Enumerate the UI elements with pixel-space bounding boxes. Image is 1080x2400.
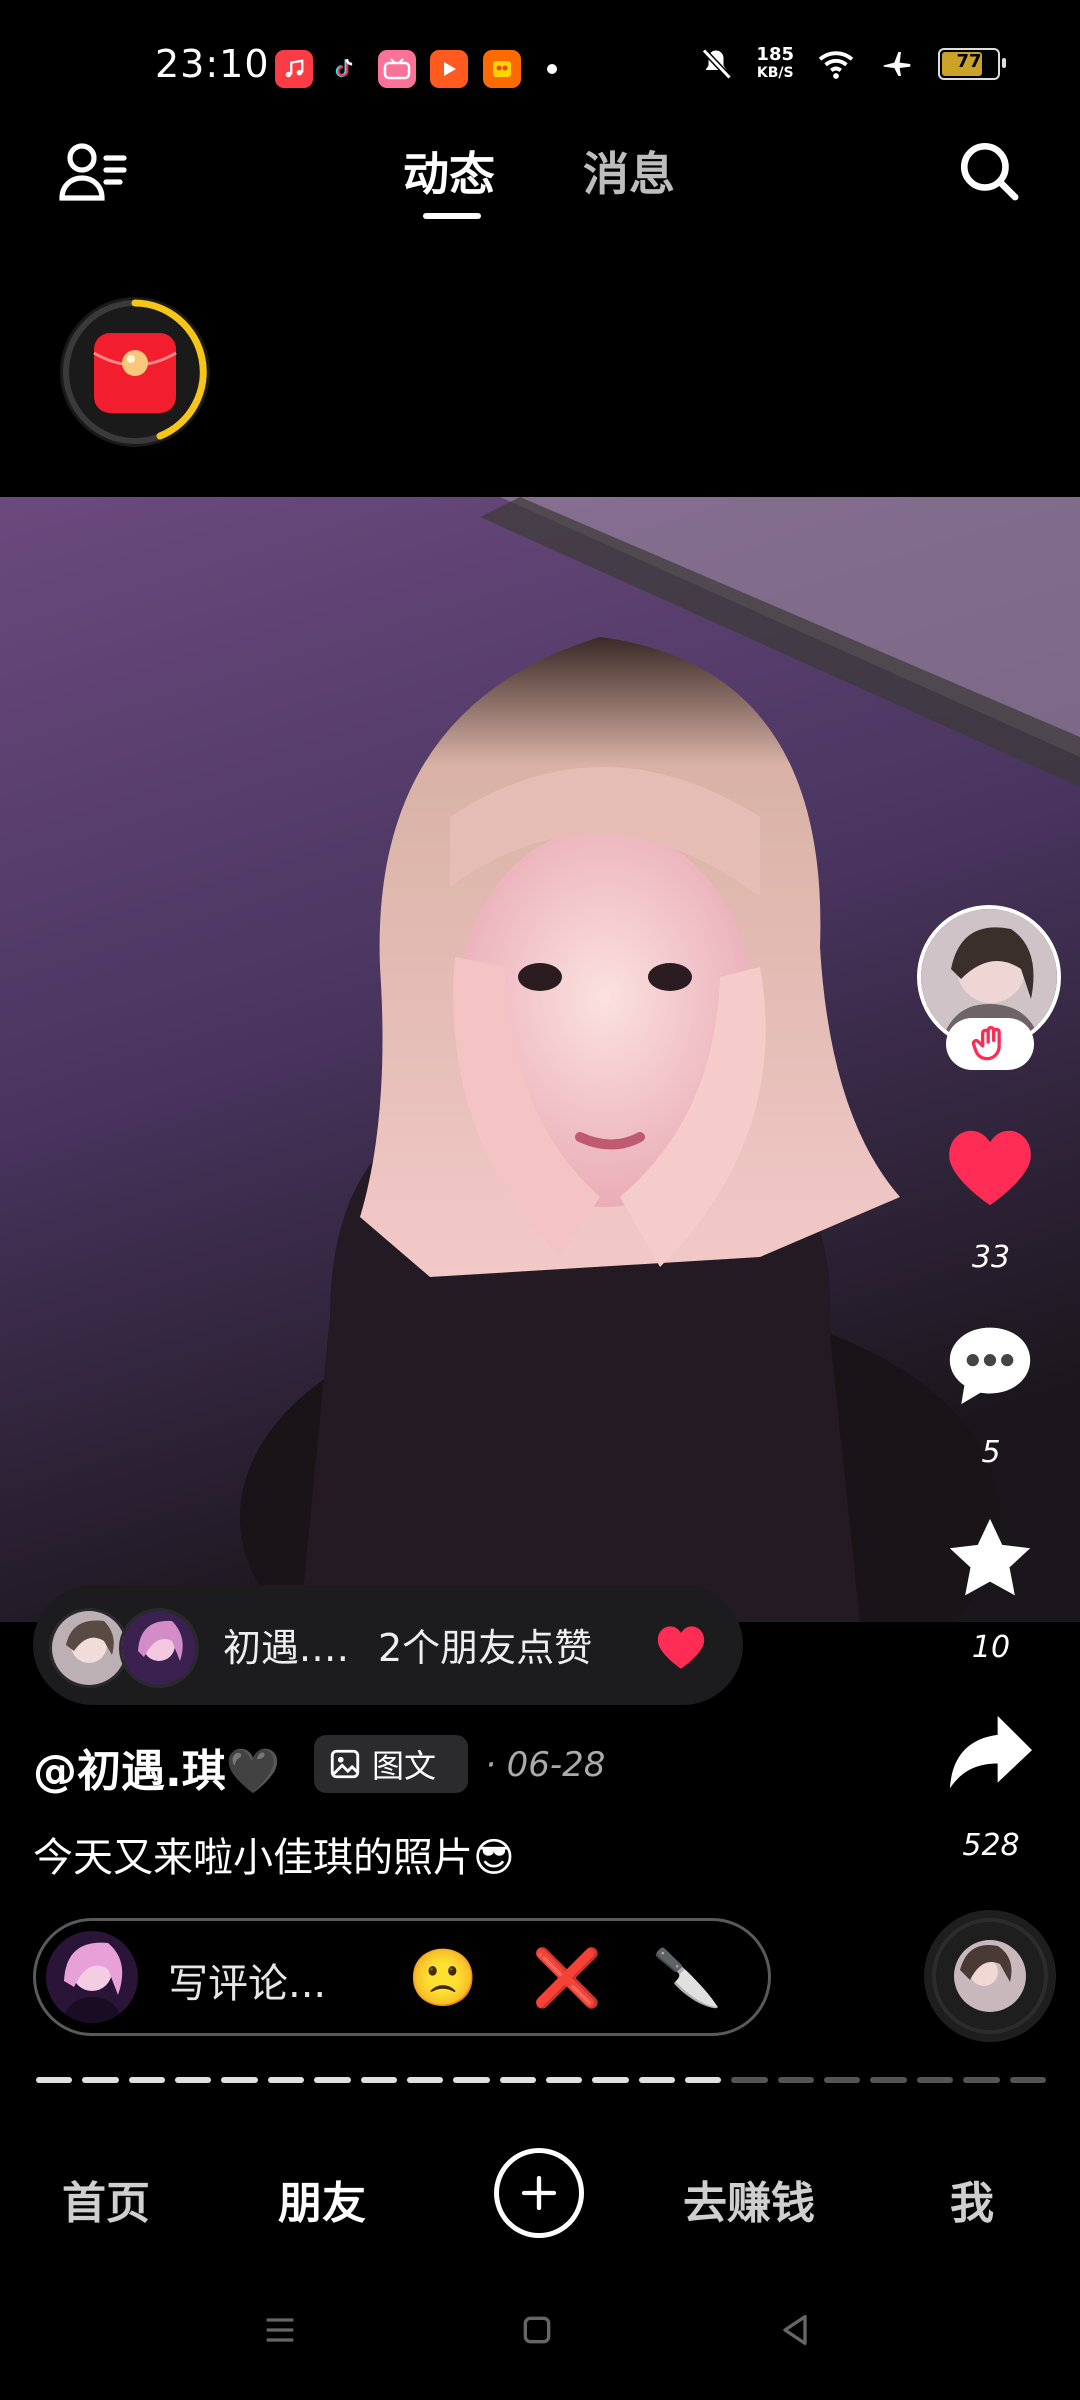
author-name[interactable]: @初遇.琪🖤 [33,1735,281,1799]
progress-dash [406,2077,444,2083]
nav-home[interactable]: 首页 [62,2167,150,2231]
star-icon [949,1518,1031,1596]
wifi-icon [818,51,854,79]
post-type-badge: 图文 [314,1735,468,1793]
status-right: 185 KB/S 77 [698,44,1006,82]
nav-friends[interactable]: 朋友 [278,2167,366,2231]
system-home-button[interactable] [517,2310,557,2354]
comment-placeholder[interactable]: 写评论... [168,1951,326,2009]
status-time: 23:10 [155,42,270,86]
progress-dash [638,2077,676,2083]
system-back-button[interactable] [775,2310,815,2354]
post-date: · 06-28 [485,1745,606,1785]
wave-hand-icon [971,1025,1001,1061]
post-type-label: 图文 [372,1747,437,1785]
progress-dash [36,2077,73,2083]
liked-heart-icon [657,1626,705,1669]
profile-menu-button[interactable] [58,140,130,208]
comment-input-bar[interactable]: 写评论... 🙁 ❌ 🔪 [33,1918,771,2036]
heart-icon [949,1130,1031,1206]
progress-dash [221,2077,258,2083]
progress-dash [592,2077,629,2083]
search-icon [960,142,1019,201]
post-caption: 今天又来啦小佳琪的照片😎 [33,1835,515,1881]
reaction-sad-emoji[interactable]: 🙁 [408,1943,478,2013]
store-icon [483,50,521,88]
reaction-cleaver-emoji[interactable]: 🔪 [652,1943,722,2013]
friends-liked-text: 2个朋友点赞 [378,1626,593,1670]
progress-dash [685,2077,722,2083]
nav-me[interactable]: 我 [950,2167,994,2231]
notification-dot [547,64,557,74]
music-disc-button[interactable] [924,1910,1056,2042]
progress-dash [314,2077,351,2083]
red-packet-icon [63,299,207,444]
comment-icon [949,1327,1031,1405]
share-arrow-icon [949,1715,1032,1789]
system-menu-button[interactable] [260,2310,300,2354]
progress-dash [870,2077,907,2083]
progress-dash [963,2077,1000,2083]
network-speed: 185 KB/S [756,44,794,82]
post-progress-indicator [36,2077,1046,2083]
progress-dash [545,2077,583,2083]
progress-dash [267,2077,305,2083]
mute-icon [702,48,733,80]
menu-icon [266,2318,294,2342]
progress-dash [916,2077,954,2083]
tab-dynamic[interactable]: 动态 [403,138,495,204]
bilibili-icon [378,50,416,88]
progress-dash [82,2077,119,2083]
friend-name: 初遇.… [223,1626,350,1670]
share-count: 528 [962,1828,1020,1863]
like-button[interactable] [944,1125,1036,1213]
friend-avatar-1 [49,1608,129,1688]
red-packet-reward-button[interactable] [60,297,210,447]
video-play-icon [430,50,468,88]
friends-liked-bar[interactable]: 初遇.… 2个朋友点赞 [33,1585,743,1705]
follow-button[interactable] [946,1018,1034,1070]
progress-dash [777,2077,815,2083]
search-button[interactable] [956,138,1022,208]
favorite-count: 10 [971,1630,1011,1665]
post-photo[interactable] [0,497,1080,1622]
share-button[interactable] [944,1712,1036,1800]
progress-dash [360,2077,397,2083]
battery-indicator: 77 [938,48,1006,80]
back-triangle-icon [783,2315,807,2345]
tiktok-icon [325,50,363,88]
progress-dash [731,2077,768,2083]
user-list-icon [59,143,127,201]
like-count: 33 [971,1240,1011,1275]
active-tab-indicator [423,213,481,219]
friend-avatar-2 [119,1608,199,1688]
create-post-button[interactable] [494,2148,584,2238]
progress-dash [128,2077,166,2083]
portrait-photo [0,497,1080,1622]
music-disc-icon [924,1910,1056,2042]
nav-earn-money[interactable]: 去赚钱 [683,2167,815,2231]
progress-dash [499,2077,536,2083]
airplane-mode-icon [883,52,911,76]
comment-button[interactable] [944,1320,1036,1412]
tab-messages[interactable]: 消息 [583,138,675,204]
progress-dash [453,2077,490,2083]
square-icon [523,2316,551,2344]
music-icon [275,50,313,88]
progress-dash [1009,2077,1046,2083]
image-icon [330,1749,360,1779]
reaction-cross-emoji[interactable]: ❌ [532,1943,602,2013]
progress-dash [175,2077,212,2083]
progress-dash [824,2077,861,2083]
plus-icon [521,2175,557,2211]
comment-count: 5 [981,1435,1001,1470]
favorite-button[interactable] [944,1515,1036,1607]
my-avatar [46,1931,138,2023]
